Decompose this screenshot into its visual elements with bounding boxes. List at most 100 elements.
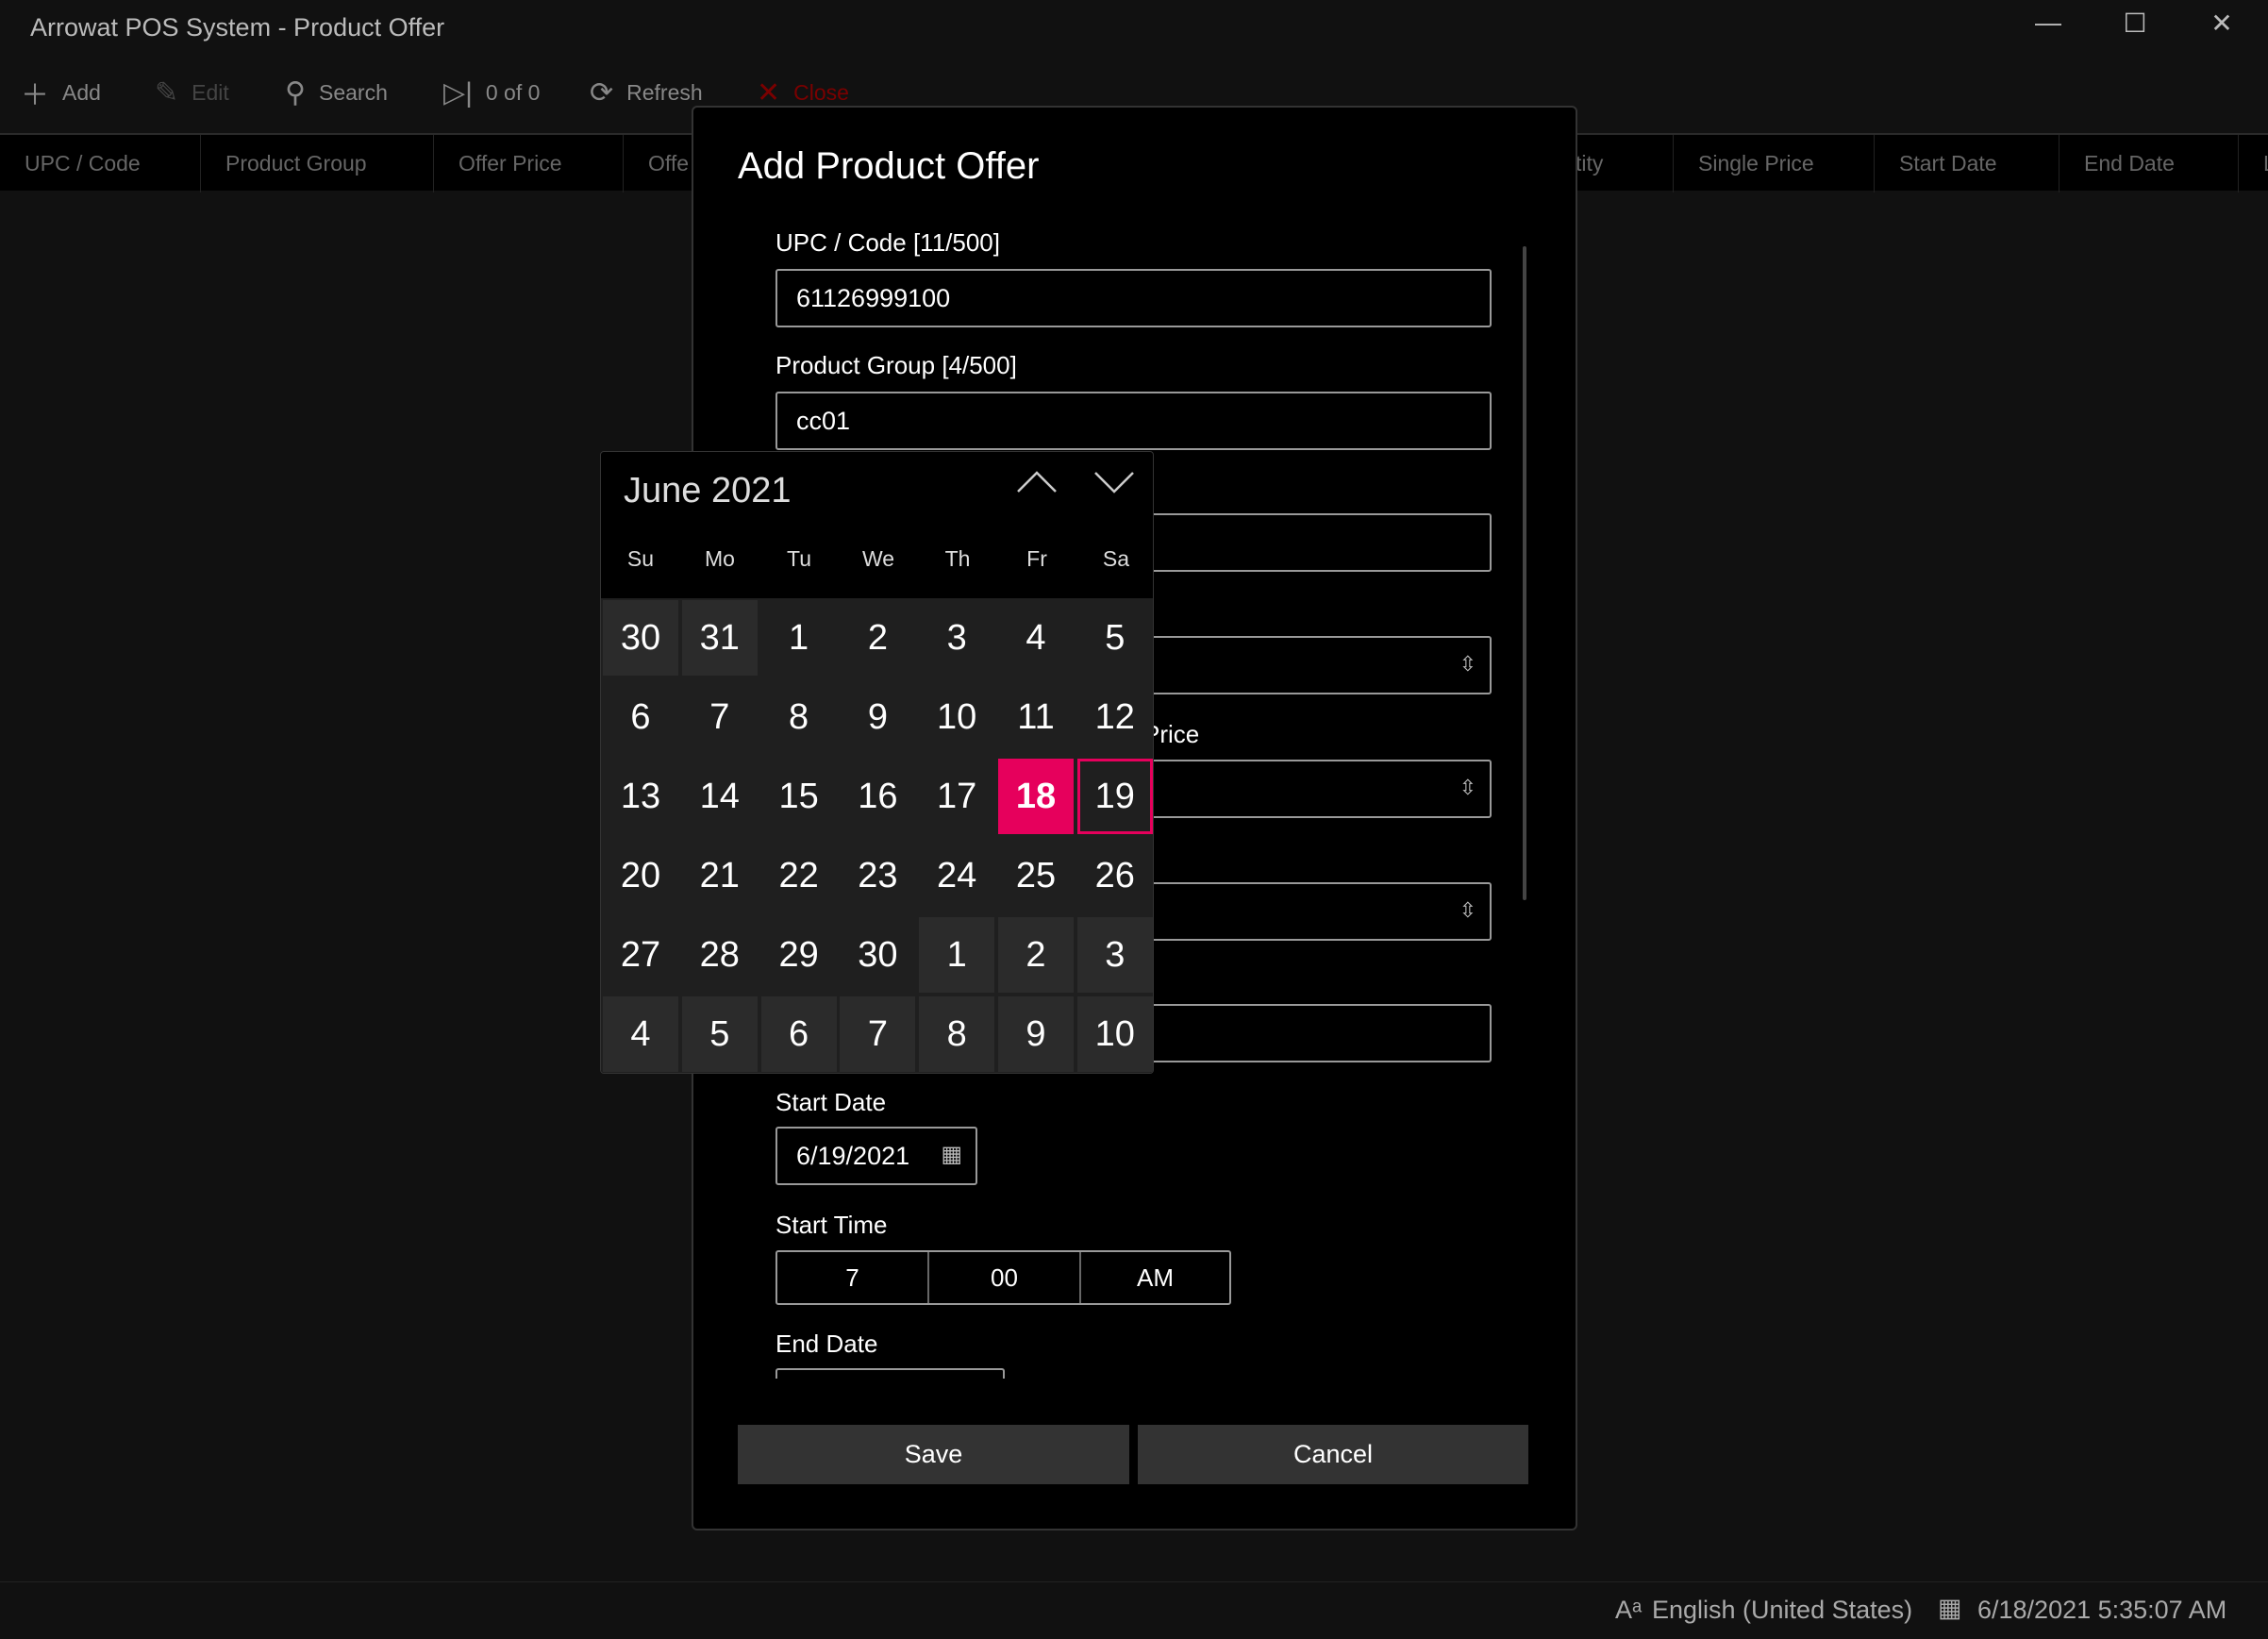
dialog-title: Add Product Offer <box>738 145 1040 187</box>
chevron-down-icon <box>1094 472 1134 493</box>
calendar-day[interactable]: 25 <box>998 838 1074 913</box>
chevron-up-icon <box>1017 471 1057 493</box>
calendar-day[interactable]: 6 <box>760 996 837 1072</box>
calendar-day[interactable]: 30 <box>840 917 915 993</box>
product-group-input[interactable]: cc01 <box>775 392 1492 450</box>
calendar-day[interactable]: 9 <box>998 996 1074 1072</box>
calendar-month-title[interactable]: June 2021 <box>624 471 792 511</box>
weekday-header: Fr <box>1026 546 1047 571</box>
minimize-button[interactable]: — <box>2025 8 2072 38</box>
calendar-day[interactable]: 4 <box>603 996 678 1072</box>
start-time-picker[interactable]: 7 00 AM <box>775 1250 1231 1305</box>
close-button[interactable]: ✕ Close <box>757 75 849 109</box>
calendar-day[interactable]: 16 <box>840 759 915 834</box>
calendar-icon: ▦ <box>1938 1594 1962 1622</box>
calendar-day[interactable]: 21 <box>682 838 758 913</box>
spinner-icon[interactable]: ⇳ <box>1459 761 1476 814</box>
previous-month-button[interactable] <box>1016 463 1058 510</box>
column-end-date[interactable]: End Date <box>2060 135 2239 192</box>
edit-button[interactable]: ✎ Edit <box>155 75 229 109</box>
calendar-day[interactable]: 10 <box>919 679 994 755</box>
upc-input[interactable]: 61126999100 <box>775 269 1492 327</box>
spinner-icon[interactable]: ⇳ <box>1459 638 1476 691</box>
start-date-label: Start Date <box>775 1088 887 1116</box>
end-date-picker[interactable] <box>775 1368 1005 1379</box>
calendar-day[interactable]: 20 <box>603 838 678 913</box>
calendar-day[interactable]: 31 <box>681 600 758 676</box>
add-label: Add <box>62 79 101 105</box>
calendar-day[interactable]: 2 <box>840 600 915 676</box>
cancel-button[interactable]: Cancel <box>1138 1425 1528 1484</box>
calendar-day[interactable]: 14 <box>682 759 758 834</box>
calendar-day[interactable]: 27 <box>603 917 678 993</box>
calendar-day[interactable]: 5 <box>1077 600 1153 676</box>
search-icon: ⚲ <box>285 76 306 109</box>
product-group-label: Product Group [4/500] <box>775 351 1017 379</box>
calendar-day[interactable]: 9 <box>840 679 915 755</box>
close-label: Close <box>793 79 849 105</box>
skip-icon: ▷| <box>443 76 473 109</box>
spinner-icon[interactable]: ⇳ <box>1459 884 1476 937</box>
edit-label: Edit <box>192 79 229 105</box>
calendar-day[interactable]: 19 <box>1076 759 1153 834</box>
calendar-day[interactable]: 18 <box>998 759 1074 834</box>
pencil-icon: ✎ <box>155 76 179 109</box>
calendar-day[interactable]: 6 <box>603 679 678 755</box>
calendar-day[interactable]: 1 <box>919 917 995 993</box>
add-button[interactable]: ＋ Add <box>21 75 101 112</box>
calendar-day[interactable]: 10 <box>1076 996 1153 1072</box>
calendar-day[interactable]: 24 <box>919 838 994 913</box>
calendar-flyout: June 2021 Su Mo Tu We Th Fr Sa 30 31 1 2 3 4 5 6 7 8 9 10… <box>600 451 1154 1074</box>
next-month-button[interactable] <box>1093 463 1135 510</box>
calendar-day[interactable]: 5 <box>681 996 758 1072</box>
calendar-day[interactable]: 3 <box>1076 917 1153 993</box>
column-more[interactable]: L <box>2239 135 2268 192</box>
calendar-day[interactable]: 28 <box>682 917 758 993</box>
ampm-segment[interactable]: AM <box>1081 1252 1229 1303</box>
calendar-day[interactable]: 4 <box>998 600 1074 676</box>
calendar-day[interactable]: 11 <box>998 679 1074 755</box>
calendar-day[interactable]: 7 <box>840 996 916 1072</box>
save-button[interactable]: Save <box>738 1425 1129 1484</box>
calendar-day[interactable]: 12 <box>1077 679 1153 755</box>
datetime-status: 6/18/2021 5:35:07 AM <box>1977 1596 2227 1624</box>
calendar-day[interactable]: 8 <box>761 679 837 755</box>
weekday-header: Sa <box>1102 546 1130 571</box>
hour-segment[interactable]: 7 <box>777 1252 929 1303</box>
status-bar: Aᵃ English (United States) ▦ 6/18/2021 5… <box>0 1581 2268 1639</box>
record-nav[interactable]: ▷| 0 of 0 <box>443 75 540 109</box>
minute-segment[interactable]: 00 <box>929 1252 1081 1303</box>
calendar-day[interactable]: 13 <box>603 759 678 834</box>
calendar-day[interactable]: 22 <box>761 838 837 913</box>
calendar-day[interactable]: 17 <box>919 759 994 834</box>
calendar-icon[interactable]: ▦ <box>941 1129 962 1181</box>
calendar-day[interactable]: 3 <box>919 600 994 676</box>
calendar-day[interactable]: 15 <box>761 759 837 834</box>
language-icon: Aᵃ <box>1615 1596 1643 1624</box>
start-date-value: 6/19/2021 <box>796 1142 910 1170</box>
column-start-date[interactable]: Start Date <box>1875 135 2060 192</box>
column-offer-price[interactable]: Offer Price <box>434 135 624 192</box>
close-window-button[interactable]: ✕ <box>2198 8 2245 39</box>
calendar-day[interactable]: 26 <box>1077 838 1153 913</box>
calendar-day[interactable]: 30 <box>603 600 678 676</box>
column-upc[interactable]: UPC / Code <box>0 135 201 192</box>
search-label: Search <box>318 79 388 105</box>
weekday-header: Tu <box>787 546 811 571</box>
maximize-button[interactable]: ☐ <box>2111 8 2159 39</box>
dialog-scrollbar[interactable] <box>1523 246 1526 900</box>
calendar-day[interactable]: 23 <box>840 838 915 913</box>
calendar-day[interactable]: 2 <box>998 917 1074 993</box>
search-button[interactable]: ⚲ Search <box>285 75 388 109</box>
column-single-price[interactable]: Single Price <box>1674 135 1875 192</box>
start-date-picker[interactable]: 6/19/2021 ▦ <box>775 1127 977 1185</box>
weekday-header: Su <box>626 546 655 571</box>
language-status[interactable]: English (United States) <box>1652 1596 1912 1625</box>
calendar-day[interactable]: 8 <box>919 996 995 1072</box>
refresh-button[interactable]: ⟳ Refresh <box>590 75 703 109</box>
calendar-day[interactable]: 1 <box>761 600 837 676</box>
calendar-day[interactable]: 7 <box>682 679 758 755</box>
calendar-day[interactable]: 29 <box>761 917 837 993</box>
window-title: Arrowat POS System - Product Offer <box>30 13 445 42</box>
column-product-group[interactable]: Product Group <box>201 135 434 192</box>
